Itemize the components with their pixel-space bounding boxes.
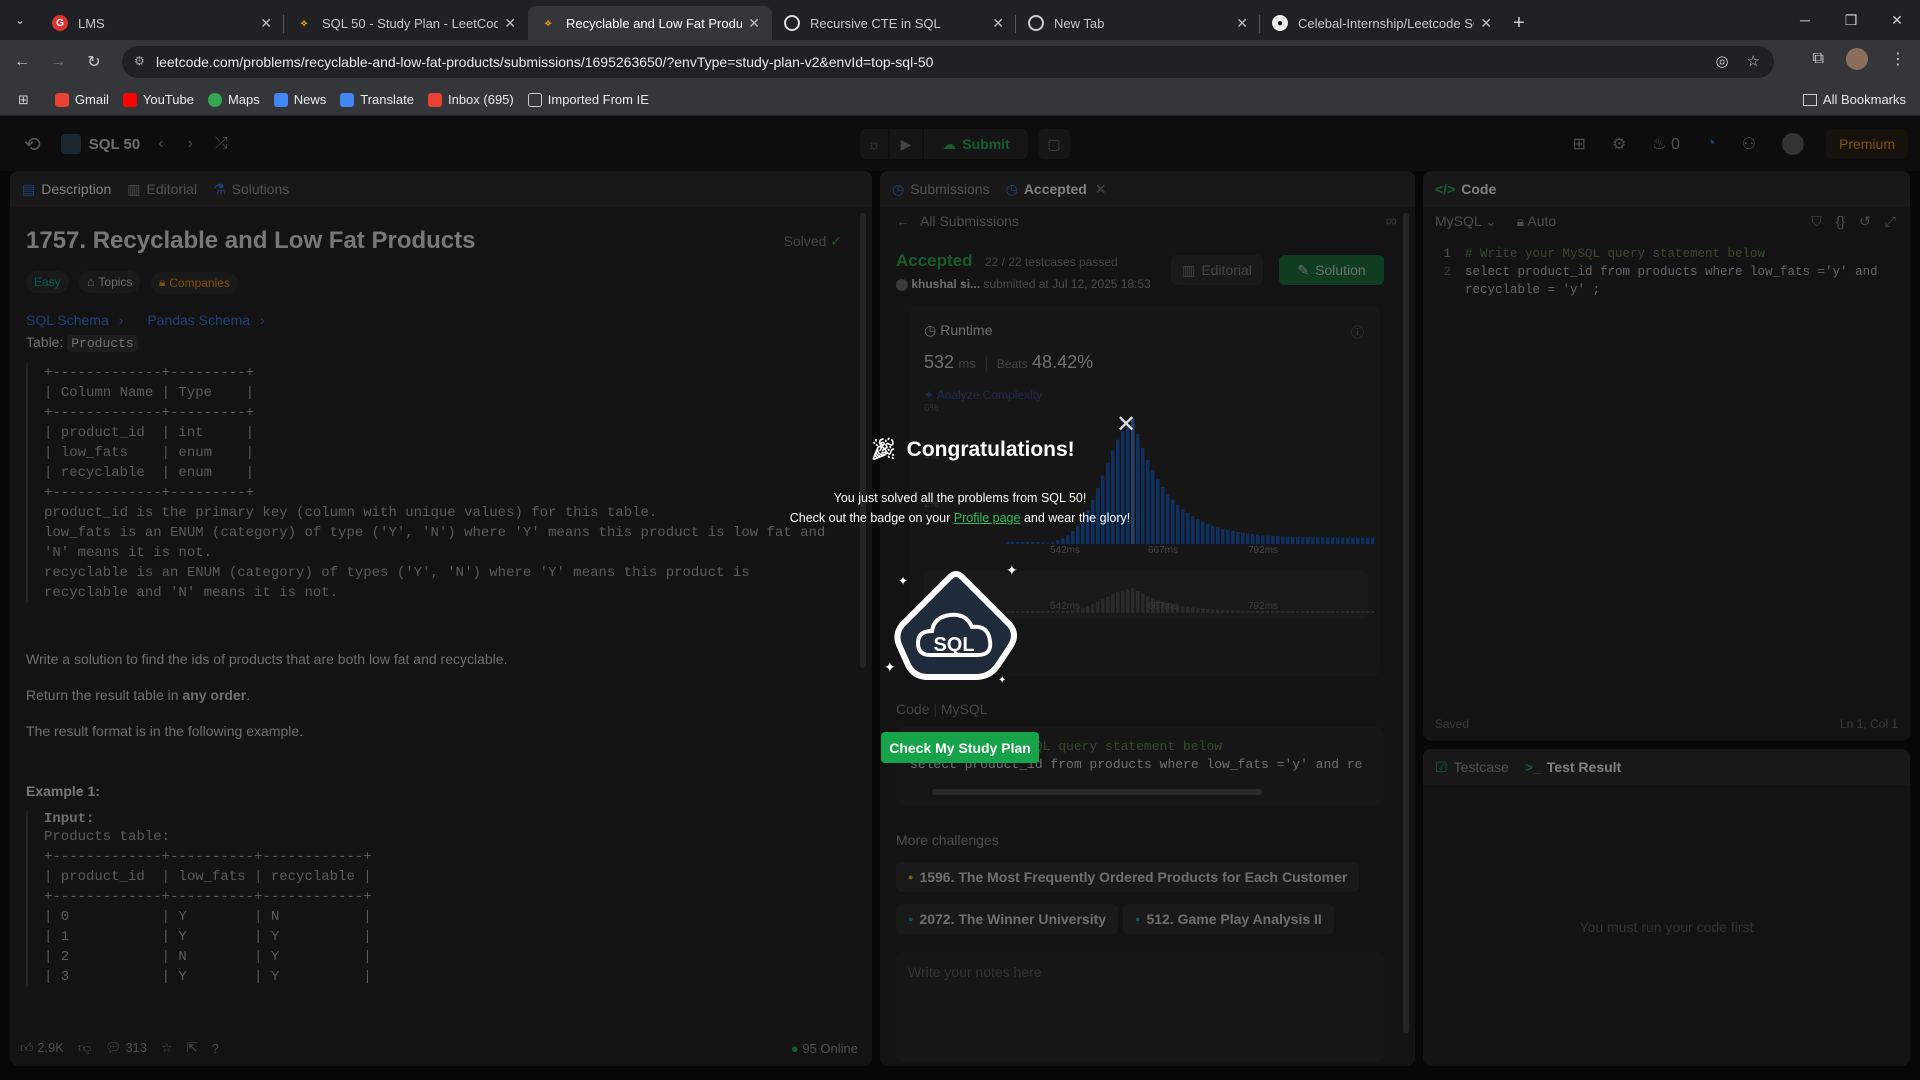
browser-tab[interactable]: ⟡ SQL 50 - Study Plan - LeetCode ✕ — [284, 6, 528, 40]
tab-title: New Tab — [1054, 15, 1105, 31]
window-controls: ─ ❐ ✕ — [1782, 0, 1920, 40]
bookmark-news[interactable]: News — [273, 92, 326, 107]
back-icon[interactable]: ← — [8, 48, 36, 76]
close-tab-icon[interactable]: ✕ — [260, 15, 272, 32]
site-info-icon[interactable]: ⚙ — [134, 54, 150, 70]
github-icon: ● — [1272, 15, 1288, 31]
tab-title: Recursive CTE in SQL — [810, 15, 941, 31]
close-modal-icon[interactable]: ✕ — [1116, 410, 1136, 439]
address-bar[interactable]: ⚙ leetcode.com/problems/recyclable-and-l… — [122, 46, 1774, 78]
close-tab-icon[interactable]: ✕ — [1236, 15, 1248, 32]
leetcode-icon: ⟡ — [300, 17, 308, 29]
restore-icon[interactable]: ❐ — [1828, 0, 1874, 40]
browser-tab[interactable]: ● Celebal-Internship/Leetcode SC ✕ — [1260, 6, 1504, 40]
browser-tab[interactable]: Recursive CTE in SQL ✕ — [772, 6, 1016, 40]
modal-message: You just solved all the problems from SQ… — [789, 491, 1131, 525]
close-window-icon[interactable]: ✕ — [1874, 0, 1920, 40]
translate-icon — [340, 92, 355, 107]
chrome-icon — [1028, 15, 1044, 31]
eye-off-icon[interactable]: ◎ — [1715, 52, 1728, 70]
maps-icon — [207, 92, 222, 107]
tab-title: Celebal-Internship/Leetcode SC — [1298, 15, 1475, 31]
tab-title: LMS — [78, 15, 105, 31]
sparkle-icon: ✦ — [898, 574, 908, 588]
tab-title: SQL 50 - Study Plan - LeetCode — [322, 15, 499, 31]
url-text: leetcode.com/problems/recyclable-and-low… — [156, 54, 934, 70]
profile-avatar[interactable] — [1846, 48, 1868, 70]
reload-icon[interactable]: ↻ — [80, 48, 108, 76]
bookmark-translate[interactable]: Translate — [340, 92, 414, 107]
gmail-icon — [54, 92, 69, 107]
menu-icon[interactable]: ⋮ — [1890, 49, 1906, 69]
browser-tab[interactable]: G LMS ✕ — [40, 6, 284, 40]
gmail-icon — [427, 92, 442, 107]
bookmark-gmail[interactable]: Gmail — [54, 92, 109, 107]
profile-page-link[interactable]: Profile page — [954, 511, 1021, 525]
lms-icon: G — [52, 15, 68, 31]
news-icon — [273, 92, 288, 107]
new-tab-button[interactable]: + — [1504, 6, 1534, 40]
youtube-icon — [122, 92, 137, 107]
star-icon[interactable]: ☆ — [1747, 52, 1760, 70]
extensions-icon[interactable]: ⧉ — [1813, 50, 1824, 68]
sparkle-icon: ✦ — [1006, 565, 1018, 578]
forward-icon[interactable]: → — [44, 48, 72, 76]
bookmark-youtube[interactable]: YouTube — [122, 92, 194, 107]
modal-title: 🎉︎ Congratulations! — [870, 438, 1075, 461]
party-icon: 🎉︎ — [870, 438, 897, 461]
svg-text:SQL: SQL — [933, 634, 974, 656]
browser-tab[interactable]: New Tab ✕ — [1016, 6, 1260, 40]
tab-search-button[interactable]: ⌄ — [0, 0, 40, 40]
close-tab-icon[interactable]: ✕ — [992, 15, 1004, 32]
browser-tab-strip: ⌄ G LMS ✕ ⟡ SQL 50 - Study Plan - LeetCode ✕… — [0, 0, 1920, 40]
minimize-icon[interactable]: ─ — [1782, 0, 1828, 40]
address-toolbar: ← → ↻ ⚙ leetcode.com/problems/recyclable… — [0, 40, 1920, 84]
tab-title: Recyclable and Low Fat Product — [566, 15, 743, 31]
bookmark-imported[interactable]: Imported From IE — [527, 92, 649, 107]
sparkle-icon: ✦ — [884, 659, 896, 675]
browser-tab-active[interactable]: ⟡ Recyclable and Low Fat Product ✕ — [528, 6, 772, 40]
bookmarks-bar: ⊞ Gmail YouTube Maps News Translate Inbo… — [0, 84, 1920, 116]
folder-icon — [1802, 93, 1817, 106]
apps-icon[interactable]: ⊞ — [18, 92, 29, 108]
close-tab-icon[interactable]: ✕ — [1480, 15, 1492, 32]
all-bookmarks[interactable]: All Bookmarks — [1802, 92, 1906, 107]
close-tab-icon[interactable]: ✕ — [748, 15, 760, 32]
sql-badge: ✦ ✦ ✦ ✦ SQL — [884, 565, 1018, 686]
chatgpt-icon — [784, 15, 800, 31]
leetcode-icon: ⟡ — [544, 17, 552, 29]
bookmark-inbox[interactable]: Inbox (695) — [427, 92, 514, 107]
check-study-plan-button[interactable]: Check My Study Plan — [881, 732, 1039, 763]
folder-icon — [527, 92, 542, 107]
bookmark-maps[interactable]: Maps — [207, 92, 260, 107]
sparkle-icon: ✦ — [998, 675, 1006, 686]
close-tab-icon[interactable]: ✕ — [504, 15, 516, 32]
